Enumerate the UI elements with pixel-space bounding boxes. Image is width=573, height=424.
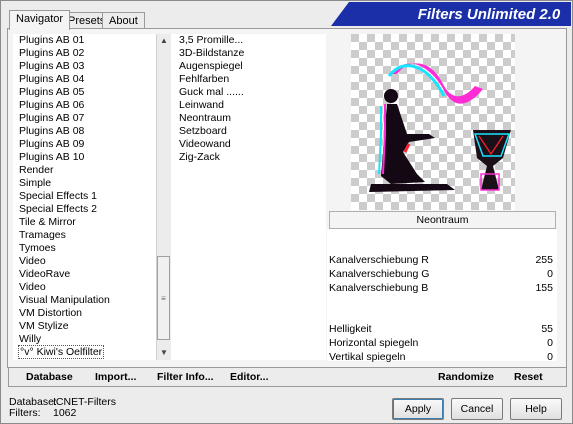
param-value: 255 [535,254,553,266]
category-item[interactable]: Render [19,164,53,176]
tab-about[interactable]: About [102,12,145,29]
scroll-thumb[interactable]: ≡ [157,256,170,340]
param-label: Helligkeit [329,323,372,335]
category-item[interactable]: Plugins AB 02 [19,47,84,59]
param-row[interactable]: Kanalverschiebung R 255 [329,254,555,267]
randomize-button[interactable]: Randomize [438,368,494,386]
category-item[interactable]: Video [19,255,46,267]
reset-button[interactable]: Reset [514,368,543,386]
filter-preview-image [351,34,515,210]
category-item[interactable]: Visual Manipulation [19,294,110,306]
param-row[interactable]: Vertikal spiegeln 0 [329,351,555,364]
category-item[interactable]: Special Effects 2 [19,203,97,215]
param-row[interactable]: Kanalverschiebung G 0 [329,268,555,281]
category-item[interactable]: Plugins AB 06 [19,99,84,111]
tab-navigator[interactable]: Navigator [9,10,71,30]
param-row[interactable]: Helligkeit 55 [329,323,555,336]
param-row[interactable]: Kanalverschiebung B 155 [329,282,555,295]
database-button[interactable]: Database [26,368,73,386]
filter-parameters: Kanalverschiebung R 255 Kanalverschiebun… [327,229,557,364]
status-filters: Filters: 1062 [9,407,76,419]
param-value: 155 [535,282,553,294]
status-filters-value: 1062 [53,407,77,419]
param-value: 0 [547,268,553,280]
category-item[interactable]: Plugins AB 07 [19,112,84,124]
param-value: 0 [547,351,553,363]
category-item[interactable]: Plugins AB 03 [19,60,84,72]
logo-text: Filters Unlimited 2.0 [418,6,561,23]
category-item-selected[interactable]: °v° Kiwi's Oelfilter [17,345,105,359]
category-item[interactable]: Simple [19,177,51,189]
category-item[interactable]: Willy [19,333,41,345]
category-item[interactable]: VideoRave [19,268,70,280]
category-item[interactable]: Plugins AB 08 [19,125,84,137]
category-item[interactable]: Plugins AB 10 [19,151,84,163]
category-item[interactable]: Plugins AB 01 [19,34,84,46]
filter-list: 3,5 Promille... 3D-Bildstanze Augenspieg… [171,34,326,360]
category-item[interactable]: Plugins AB 04 [19,73,84,85]
import-button[interactable]: Import... [95,368,136,386]
category-list: Plugins AB 01 Plugins AB 02 Plugins AB 0… [13,34,156,360]
help-button[interactable]: Help [510,398,562,420]
scroll-down-icon[interactable]: ▼ [157,346,171,360]
category-item[interactable]: Tramages [19,229,66,241]
category-item[interactable]: Tile & Mirror [19,216,76,228]
scroll-up-icon[interactable]: ▲ [157,34,171,48]
filter-item[interactable]: 3,5 Promille... [179,34,243,46]
filter-item[interactable]: Guck mal ...... [179,86,244,98]
param-label: Kanalverschiebung R [329,254,429,266]
param-label: Kanalverschiebung B [329,282,429,294]
category-item[interactable]: Plugins AB 05 [19,86,84,98]
cancel-button[interactable]: Cancel [451,398,503,420]
param-value: 55 [541,323,553,335]
param-label: Kanalverschiebung G [329,268,430,280]
category-scrollbar[interactable]: ▲ ≡ ▼ [156,34,171,360]
filter-item[interactable]: Zig-Zack [179,151,220,163]
param-label: Vertikal spiegeln [329,351,406,363]
filters-unlimited-window: Navigator Presets About Filters Unlimite… [0,0,573,424]
param-row[interactable]: Horizontal spiegeln 0 [329,337,555,350]
editor-button[interactable]: Editor... [230,368,269,386]
filter-item[interactable]: Setzboard [179,125,227,137]
category-item[interactable]: VM Distortion [19,307,82,319]
category-item[interactable]: Tymoes [19,242,56,254]
param-label: Horizontal spiegeln [329,337,419,349]
filter-info-button[interactable]: Filter Info... [157,368,214,386]
filter-item[interactable]: Leinwand [179,99,224,111]
category-item[interactable]: Video [19,281,46,293]
selected-filter-name: Neontraum [329,211,556,229]
category-item[interactable]: VM Stylize [19,320,69,332]
filter-item[interactable]: 3D-Bildstanze [179,47,244,59]
filter-item[interactable]: Videowand [179,138,231,150]
filters-unlimited-logo: Filters Unlimited 2.0 [331,2,571,26]
param-value: 0 [547,337,553,349]
navigator-toolbar: Database Import... Filter Info... Editor… [8,367,567,387]
filter-item[interactable]: Neontraum [179,112,231,124]
filter-item[interactable]: Augenspiegel [179,60,243,72]
status-filters-label: Filters: [9,407,41,419]
category-item[interactable]: Plugins AB 09 [19,138,84,150]
category-item[interactable]: Special Effects 1 [19,190,97,202]
apply-button[interactable]: Apply [392,398,444,420]
filter-item[interactable]: Fehlfarben [179,73,229,85]
